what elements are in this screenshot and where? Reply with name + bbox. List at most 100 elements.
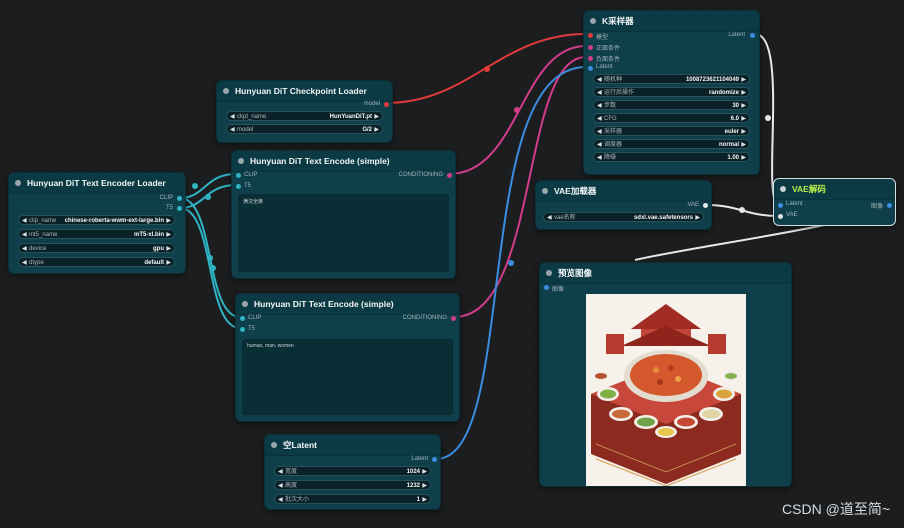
ksampler-input-positive-pin[interactable] bbox=[588, 45, 593, 50]
increment-arrow-icon[interactable]: ▶ bbox=[741, 114, 746, 124]
decrement-arrow-icon[interactable]: ◀ bbox=[278, 467, 283, 477]
height-value: 1232 bbox=[406, 483, 420, 489]
decrement-arrow-icon[interactable]: ◀ bbox=[22, 244, 27, 254]
text-encoder-loader-node[interactable]: Hunyuan DiT Text Encoder Loader CLIP T5 … bbox=[8, 172, 186, 274]
steps-label: 步数 bbox=[604, 103, 617, 109]
vae-loader-title[interactable]: VAE加载器 bbox=[536, 181, 711, 202]
clip-name-label: clip_name bbox=[29, 218, 57, 224]
increment-arrow-icon[interactable]: ▶ bbox=[422, 495, 427, 505]
ksampler-node[interactable]: K采样器 模型 正面条件 负面条件 Latent Latent ◀ 随机种 1008… bbox=[583, 10, 760, 175]
model-label: model bbox=[237, 127, 254, 133]
encoder-output-t5-pin[interactable] bbox=[177, 206, 182, 211]
empty-latent-node[interactable]: 空Latent Latent ◀ 宽度 1024 ▶ ◀ 高度 1232 ▶ ◀ 批次大小 1 ▶ bbox=[264, 434, 441, 510]
increment-arrow-icon[interactable]: ▶ bbox=[422, 481, 427, 491]
decrement-arrow-icon[interactable]: ◀ bbox=[22, 258, 27, 268]
generated-food-image bbox=[586, 294, 746, 486]
increment-arrow-icon[interactable]: ▶ bbox=[166, 244, 171, 254]
ksampler-control-widget[interactable]: ◀ 运行后操作 randomize ▶ bbox=[593, 87, 750, 97]
positive-prompt-textarea[interactable]: 满汉全席 bbox=[238, 194, 449, 272]
checkpoint-loader-node[interactable]: Hunyuan DiT Checkpoint Loader model ◀ ckp… bbox=[216, 80, 393, 143]
ksampler-seed-widget[interactable]: ◀ 随机种 1008723621104049 ▶ bbox=[593, 74, 750, 84]
text-encode-negative-title[interactable]: Hunyuan DiT Text Encode (simple) bbox=[236, 294, 459, 315]
preview-image-node[interactable]: 预览图像 图像 bbox=[539, 262, 792, 487]
clip-name-widget[interactable]: ◀ clip_name chinese-roberta-wwm-ext-large.… bbox=[18, 215, 175, 225]
increment-arrow-icon[interactable]: ▶ bbox=[741, 88, 746, 98]
vae-decode-title[interactable]: VAE解码 bbox=[774, 179, 895, 200]
increment-arrow-icon[interactable]: ▶ bbox=[166, 230, 171, 240]
encoder-output-clip-pin[interactable] bbox=[177, 196, 182, 201]
ksampler-output-latent-pin[interactable] bbox=[750, 33, 755, 38]
decrement-arrow-icon[interactable]: ◀ bbox=[22, 230, 27, 240]
text-encode-positive-node[interactable]: Hunyuan DiT Text Encode (simple) CLIP T5… bbox=[231, 150, 456, 279]
decrement-arrow-icon[interactable]: ◀ bbox=[230, 125, 235, 135]
increment-arrow-icon[interactable]: ▶ bbox=[741, 140, 746, 150]
ksampler-sampler-widget[interactable]: ◀ 采样器 euler ▶ bbox=[593, 126, 750, 136]
decode-input-latent-pin[interactable] bbox=[778, 203, 783, 208]
text-encode-positive-title[interactable]: Hunyuan DiT Text Encode (simple) bbox=[232, 151, 455, 172]
scheduler-value: normal bbox=[718, 142, 739, 148]
decrement-arrow-icon[interactable]: ◀ bbox=[597, 114, 602, 124]
pos-input-clip-pin[interactable] bbox=[236, 173, 241, 178]
preview-input-image-pin[interactable] bbox=[544, 285, 549, 290]
width-widget[interactable]: ◀ 宽度 1024 ▶ bbox=[274, 466, 431, 476]
increment-arrow-icon[interactable]: ▶ bbox=[374, 125, 379, 135]
ksampler-input-negative-pin[interactable] bbox=[588, 56, 593, 61]
empty-latent-title[interactable]: 空Latent bbox=[265, 435, 440, 456]
increment-arrow-icon[interactable]: ▶ bbox=[166, 258, 171, 268]
decrement-arrow-icon[interactable]: ◀ bbox=[547, 213, 552, 223]
height-widget[interactable]: ◀ 高度 1232 ▶ bbox=[274, 480, 431, 490]
increment-arrow-icon[interactable]: ▶ bbox=[695, 213, 700, 223]
decrement-arrow-icon[interactable]: ◀ bbox=[597, 88, 602, 98]
decrement-arrow-icon[interactable]: ◀ bbox=[22, 216, 27, 226]
ksampler-denoise-widget[interactable]: ◀ 降噪 1.00 ▶ bbox=[593, 152, 750, 162]
decrement-arrow-icon[interactable]: ◀ bbox=[230, 112, 235, 122]
text-encode-negative-node[interactable]: Hunyuan DiT Text Encode (simple) CLIP T5… bbox=[235, 293, 460, 422]
increment-arrow-icon[interactable]: ▶ bbox=[422, 467, 427, 477]
ksampler-scheduler-widget[interactable]: ◀ 调度器 normal ▶ bbox=[593, 139, 750, 149]
decrement-arrow-icon[interactable]: ◀ bbox=[278, 495, 283, 505]
decode-input-vae-pin[interactable] bbox=[778, 214, 783, 219]
device-widget[interactable]: ◀ device gpu ▶ bbox=[18, 243, 175, 253]
dtype-value: default bbox=[144, 260, 164, 266]
neg-output-conditioning-pin[interactable] bbox=[451, 316, 456, 321]
vae-decode-node[interactable]: VAE解码 Latent VAE 图像 bbox=[773, 178, 896, 226]
neg-input-t5-pin[interactable] bbox=[240, 327, 245, 332]
pos-output-conditioning-pin[interactable] bbox=[447, 173, 452, 178]
preview-image-title[interactable]: 预览图像 bbox=[540, 263, 791, 284]
ksampler-input-latent-pin[interactable] bbox=[588, 66, 593, 71]
decrement-arrow-icon[interactable]: ◀ bbox=[597, 75, 602, 85]
pos-input-t5-pin[interactable] bbox=[236, 184, 241, 189]
ksampler-steps-widget[interactable]: ◀ 步数 30 ▶ bbox=[593, 100, 750, 110]
decode-output-image-pin[interactable] bbox=[887, 203, 892, 208]
checkpoint-loader-title[interactable]: Hunyuan DiT Checkpoint Loader bbox=[217, 81, 392, 102]
decrement-arrow-icon[interactable]: ◀ bbox=[278, 481, 283, 491]
ksampler-input-model-pin[interactable] bbox=[588, 33, 593, 38]
dtype-widget[interactable]: ◀ dtype default ▶ bbox=[18, 257, 175, 267]
model-widget[interactable]: ◀ model G/2 ▶ bbox=[226, 124, 383, 134]
increment-arrow-icon[interactable]: ▶ bbox=[741, 127, 746, 137]
vae-name-widget[interactable]: ◀ vae名称 sdxl.vae.safetensors ▶ bbox=[543, 212, 704, 222]
mt5-name-widget[interactable]: ◀ mt5_name mT5-xl.bin ▶ bbox=[18, 229, 175, 239]
negative-prompt-textarea[interactable]: human, man, women bbox=[242, 339, 453, 415]
ckpt-name-widget[interactable]: ◀ ckpt_name HunYuanDiT.pt ▶ bbox=[226, 111, 383, 121]
decrement-arrow-icon[interactable]: ◀ bbox=[597, 127, 602, 137]
decrement-arrow-icon[interactable]: ◀ bbox=[597, 101, 602, 111]
ksampler-cfg-widget[interactable]: ◀ CFG 6.0 ▶ bbox=[593, 113, 750, 123]
ksampler-title[interactable]: K采样器 bbox=[584, 11, 759, 32]
increment-arrow-icon[interactable]: ▶ bbox=[741, 75, 746, 85]
decrement-arrow-icon[interactable]: ◀ bbox=[597, 153, 602, 163]
checkpoint-output-model-pin[interactable] bbox=[384, 102, 389, 107]
increment-arrow-icon[interactable]: ▶ bbox=[741, 101, 746, 111]
neg-output-conditioning-label: CONDITIONING bbox=[402, 315, 447, 321]
empty-latent-output-pin[interactable] bbox=[432, 457, 437, 462]
neg-input-clip-pin[interactable] bbox=[240, 316, 245, 321]
decrement-arrow-icon[interactable]: ◀ bbox=[597, 140, 602, 150]
increment-arrow-icon[interactable]: ▶ bbox=[374, 112, 379, 122]
increment-arrow-icon[interactable]: ▶ bbox=[741, 153, 746, 163]
vae-output-pin[interactable] bbox=[703, 203, 708, 208]
vae-loader-node[interactable]: VAE加载器 VAE ◀ vae名称 sdxl.vae.safetensors ▶ bbox=[535, 180, 712, 230]
text-encoder-loader-title[interactable]: Hunyuan DiT Text Encoder Loader bbox=[9, 173, 185, 194]
batch-size-widget[interactable]: ◀ 批次大小 1 ▶ bbox=[274, 494, 431, 504]
increment-arrow-icon[interactable]: ▶ bbox=[166, 216, 171, 226]
vae-output-label: VAE bbox=[687, 202, 699, 208]
